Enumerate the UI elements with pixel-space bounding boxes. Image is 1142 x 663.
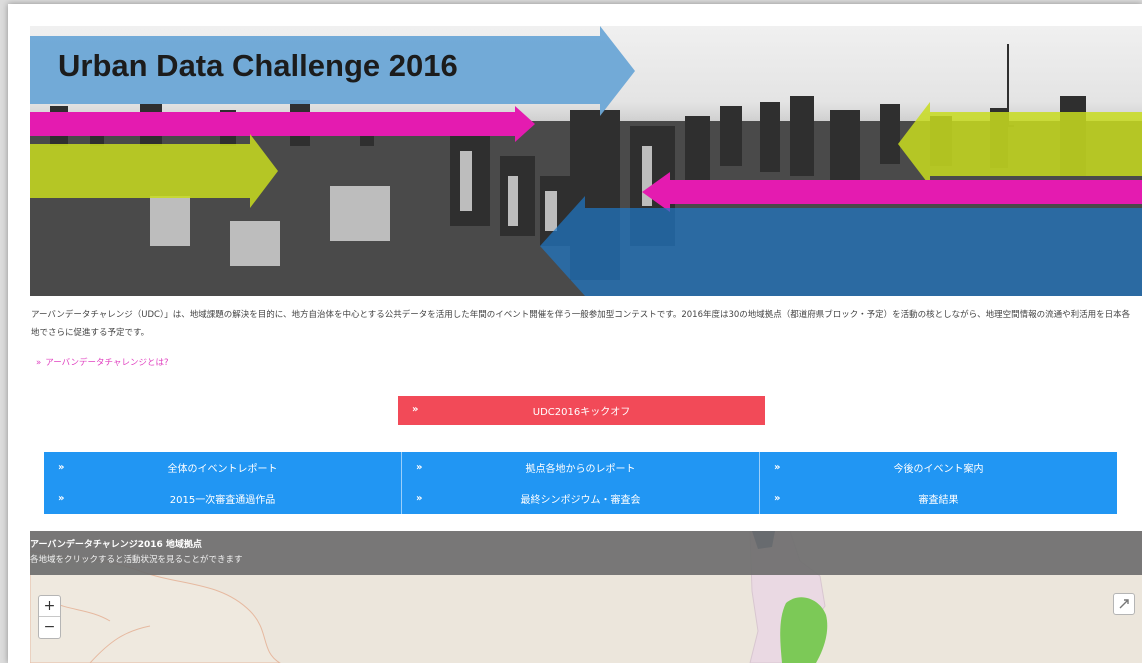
chevron-right-icon: »	[36, 358, 42, 368]
nav-item-results[interactable]: » 審査結果	[760, 483, 1117, 514]
kickoff-button-label: UDC2016キックオフ	[532, 407, 631, 418]
fullscreen-icon	[1119, 599, 1129, 609]
map-header: アーバンデータチャレンジ2016 地域拠点 各地域をクリックすると活動状況を見る…	[30, 531, 1142, 575]
nav-item-upcoming-events[interactable]: » 今後のイベント案内	[760, 452, 1117, 483]
nav-item-label: 拠点各地からのレポート	[525, 464, 636, 475]
chevron-right-icon: »	[774, 493, 781, 504]
intro-paragraph: アーバンデータチャレンジ（UDC）」は、地域課題の解決を目的に、地方自治体を中心…	[31, 310, 1131, 338]
page: Urban Data Challenge 2016 アーバンデータチャレンジ（U…	[8, 4, 1142, 663]
regional-map[interactable]: アーバンデータチャレンジ2016 地域拠点 各地域をクリックすると活動状況を見る…	[30, 531, 1142, 663]
nav-item-final-symposium[interactable]: » 最終シンポジウム・審査会	[402, 483, 760, 514]
nav-item-label: 今後のイベント案内	[893, 464, 984, 475]
chevron-right-icon: »	[412, 404, 419, 415]
chevron-right-icon: »	[58, 462, 65, 473]
zoom-control: + −	[38, 595, 61, 639]
nav-item-label: 2015一次審査通過作品	[169, 495, 276, 506]
nav-item-label: 全体のイベントレポート	[167, 464, 278, 475]
about-udc-link-label: アーバンデータチャレンジとは?	[45, 358, 169, 368]
nav-item-label: 最終シンポジウム・審査会	[520, 495, 641, 506]
chevron-right-icon: »	[58, 493, 65, 504]
chevron-right-icon: »	[416, 462, 423, 473]
about-udc-link[interactable]: » アーバンデータチャレンジとは?	[36, 356, 168, 368]
map-subtitle: 各地域をクリックすると活動状況を見ることができます	[30, 555, 243, 565]
map-title: アーバンデータチャレンジ2016 地域拠点	[30, 540, 202, 550]
hero-banner: Urban Data Challenge 2016	[30, 26, 1142, 296]
chevron-right-icon: »	[416, 493, 423, 504]
nav-item-2015-entries[interactable]: » 2015一次審査通過作品	[44, 483, 402, 514]
zoom-in-button[interactable]: +	[39, 596, 60, 616]
nav-item-regional-reports[interactable]: » 拠点各地からのレポート	[402, 452, 760, 483]
fullscreen-button[interactable]	[1113, 593, 1135, 615]
nav-grid: » 全体のイベントレポート » 拠点各地からのレポート » 今後のイベント案内 …	[44, 452, 1117, 514]
nav-item-label: 審査結果	[918, 495, 959, 506]
zoom-out-button[interactable]: −	[39, 616, 60, 637]
hero-title: Urban Data Challenge 2016	[58, 48, 458, 83]
kickoff-button[interactable]: » UDC2016キックオフ	[398, 396, 765, 425]
chevron-right-icon: »	[774, 462, 781, 473]
nav-item-event-reports[interactable]: » 全体のイベントレポート	[44, 452, 402, 483]
